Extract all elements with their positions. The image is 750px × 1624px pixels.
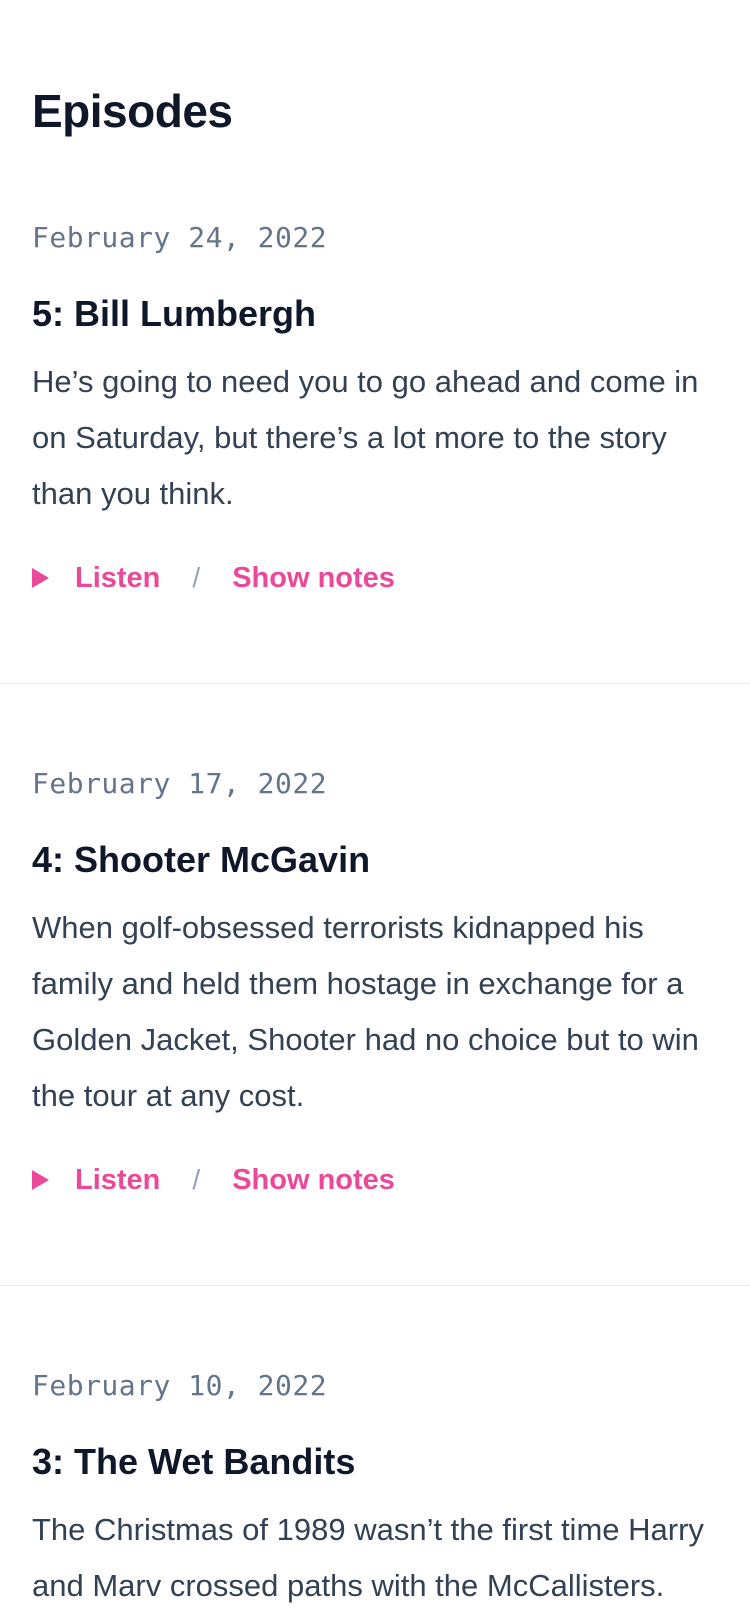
episode-date: February 10, 2022 [32, 1369, 328, 1402]
listen-button[interactable]: Listen [32, 1160, 160, 1200]
episode-date: February 24, 2022 [32, 221, 328, 254]
episode-divider [0, 1285, 750, 1286]
episodes-page: Episodes February 24, 2022 5: Bill Lumbe… [0, 0, 750, 1624]
show-notes-link[interactable]: Show notes [232, 558, 395, 598]
episode-description: When golf-obsessed terrorists kidnapped … [32, 910, 699, 1113]
episode-description: He’s going to need you to go ahead and c… [32, 364, 699, 511]
listen-label: Listen [75, 1164, 161, 1196]
show-notes-link[interactable]: Show notes [232, 1160, 395, 1200]
listen-label: Listen [75, 562, 161, 594]
episode-title[interactable]: 4: Shooter McGavin [32, 838, 370, 882]
play-icon [32, 568, 49, 588]
play-icon [32, 1170, 49, 1190]
episode-actions: Listen / Show notes [32, 558, 395, 598]
action-separator: / [192, 562, 201, 593]
episode-title[interactable]: 5: Bill Lumbergh [32, 292, 316, 336]
page-title: Episodes [32, 85, 233, 137]
episode-title[interactable]: 3: The Wet Bandits [32, 1440, 355, 1484]
episode-actions: Listen / Show notes [32, 1160, 395, 1200]
action-separator: / [192, 1164, 201, 1195]
episode-divider [0, 683, 750, 684]
listen-button[interactable]: Listen [32, 558, 160, 598]
episode-date: February 17, 2022 [32, 767, 328, 800]
episode-description: The Christmas of 1989 wasn’t the first t… [32, 1512, 704, 1603]
